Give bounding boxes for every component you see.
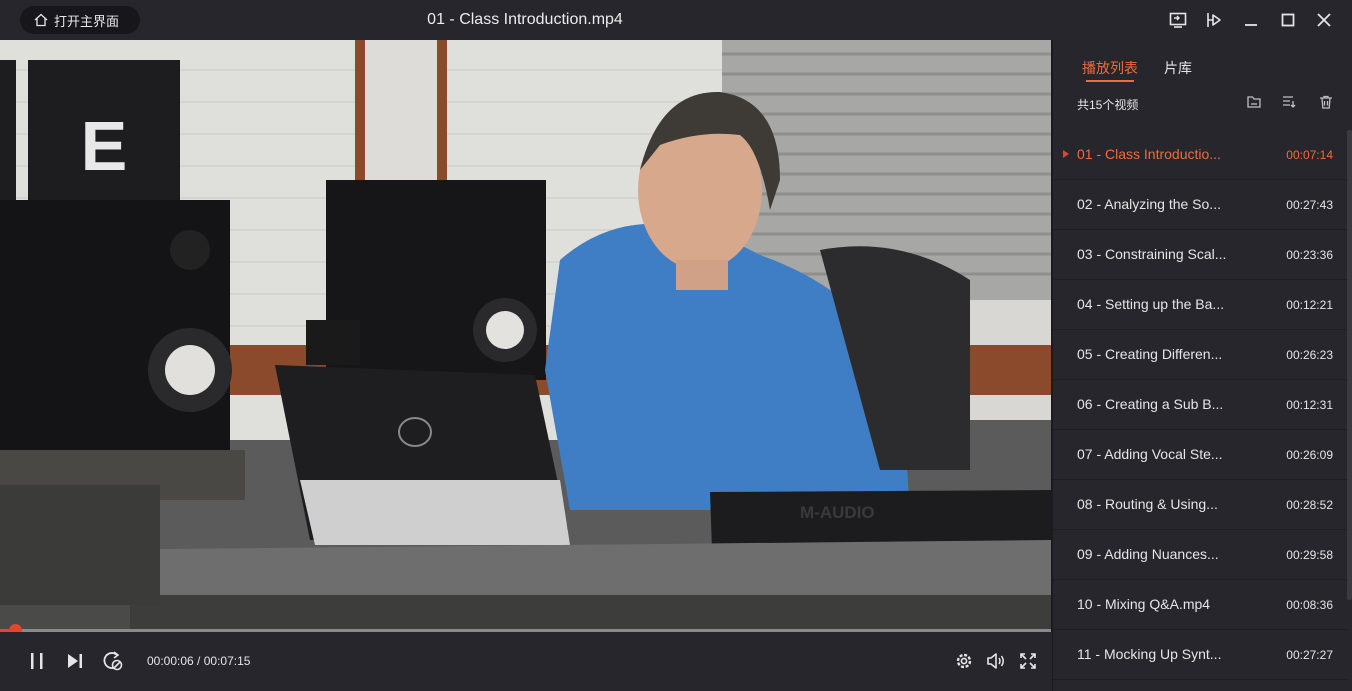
tab-playlist[interactable]: 播放列表	[1082, 58, 1138, 78]
playlist-scrollbar[interactable]	[1347, 130, 1352, 600]
playlist-item-duration: 00:12:31	[1286, 398, 1333, 412]
volume-icon	[987, 653, 1004, 669]
pause-button[interactable]	[25, 649, 49, 673]
playlist-item-duration: 00:27:43	[1286, 198, 1333, 212]
playlist-item[interactable]: 05 - Creating Differen... 00:26:23	[1053, 330, 1347, 380]
playlist-sidebar: 播放列表 片库 共15个视频 01 - Class Introductio...…	[1052, 40, 1352, 691]
playlist-item-title: 05 - Creating Differen...	[1077, 346, 1223, 362]
time-display: 00:00:06 / 00:07:15	[147, 654, 250, 668]
loop-icon	[103, 651, 123, 671]
tab-library[interactable]: 片库	[1164, 58, 1192, 78]
sign-letter: E	[81, 107, 128, 185]
playlist-item-duration: 00:08:36	[1286, 598, 1333, 612]
playlist-item-duration: 00:29:58	[1286, 548, 1333, 562]
playlist-item[interactable]: 10 - Mixing Q&A.mp4 00:08:36	[1053, 580, 1347, 630]
close-icon[interactable]	[1313, 9, 1335, 31]
playlist-item[interactable]: 11 - Mocking Up Synt... 00:27:27	[1053, 630, 1347, 680]
pause-icon	[31, 653, 43, 669]
tab-active-indicator	[1086, 80, 1134, 82]
open-home-button[interactable]: 打开主界面	[20, 6, 140, 34]
playlist-item-duration: 00:27:27	[1286, 648, 1333, 662]
playlist-item-title: 06 - Creating a Sub B...	[1077, 396, 1224, 412]
minimize-icon[interactable]	[1240, 9, 1262, 31]
screen-icon[interactable]	[1167, 9, 1189, 31]
playlist: 01 - Class Introductio... 00:07:14 02 - An…	[1053, 130, 1347, 680]
total-time: 00:07:15	[203, 654, 251, 668]
open-home-label: 打开主界面	[54, 13, 120, 29]
video-count: 共15个视频	[1077, 98, 1139, 112]
playlist-item[interactable]: 01 - Class Introductio... 00:07:14	[1053, 130, 1347, 180]
current-time: 00:00:06	[147, 654, 194, 668]
playlist-item[interactable]: 04 - Setting up the Ba... 00:12:21	[1053, 280, 1347, 330]
maximize-icon[interactable]	[1277, 9, 1299, 31]
pin-icon[interactable]	[1203, 9, 1225, 31]
title-bar: 打开主界面 01 - Class Introduction.mp4	[0, 0, 1352, 40]
keyboard-brand: M-AUDIO	[800, 503, 875, 522]
video-frame[interactable]: E M-AUDIO	[0, 40, 1051, 630]
playlist-item-duration: 00:26:23	[1286, 348, 1333, 362]
add-to-list-icon[interactable]	[1282, 94, 1298, 110]
open-folder-icon[interactable]	[1246, 94, 1262, 110]
playlist-item-title: 11 - Mocking Up Synt...	[1077, 646, 1222, 662]
time-separator: /	[193, 654, 204, 668]
next-icon	[68, 654, 82, 668]
playlist-item-title: 01 - Class Introductio...	[1077, 146, 1221, 162]
playlist-item-title: 03 - Constraining Scal...	[1077, 246, 1227, 262]
playlist-item-title: 02 - Analyzing the So...	[1077, 196, 1221, 212]
now-playing-icon	[1063, 150, 1069, 158]
trash-icon[interactable]	[1318, 94, 1334, 110]
playlist-item[interactable]: 03 - Constraining Scal... 00:23:36	[1053, 230, 1347, 280]
next-button[interactable]	[63, 649, 87, 673]
playlist-item[interactable]: 07 - Adding Vocal Ste... 00:26:09	[1053, 430, 1347, 480]
playlist-item[interactable]: 09 - Adding Nuances... 00:29:58	[1053, 530, 1347, 580]
playlist-item[interactable]: 02 - Analyzing the So... 00:27:43	[1053, 180, 1347, 230]
playlist-item-title: 09 - Adding Nuances...	[1077, 546, 1219, 562]
settings-button[interactable]	[952, 649, 976, 673]
playlist-item[interactable]: 08 - Routing & Using... 00:28:52	[1053, 480, 1347, 530]
playlist-item-title: 07 - Adding Vocal Ste...	[1077, 446, 1223, 462]
playlist-item-title: 10 - Mixing Q&A.mp4	[1077, 596, 1211, 612]
playlist-item[interactable]: 06 - Creating a Sub B... 00:12:31	[1053, 380, 1347, 430]
playlist-item-duration: 00:23:36	[1286, 248, 1333, 262]
control-bar: 00:00:06 / 00:07:15	[0, 632, 1052, 691]
loop-button[interactable]	[101, 649, 125, 673]
fullscreen-button[interactable]	[1016, 649, 1040, 673]
video-scene: E M-AUDIO	[0, 40, 1051, 630]
playlist-item-duration: 00:28:52	[1286, 498, 1333, 512]
playlist-item-title: 04 - Setting up the Ba...	[1077, 296, 1225, 312]
playlist-item-duration: 00:12:21	[1286, 298, 1333, 312]
home-icon	[34, 13, 48, 27]
playlist-item-title: 08 - Routing & Using...	[1077, 496, 1218, 512]
fullscreen-icon	[1020, 653, 1036, 669]
volume-button[interactable]	[984, 649, 1008, 673]
playlist-item-duration: 00:26:09	[1286, 448, 1333, 462]
playlist-item-duration: 00:07:14	[1286, 148, 1333, 162]
window-title: 01 - Class Introduction.mp4	[427, 11, 623, 28]
gear-icon	[956, 653, 972, 669]
